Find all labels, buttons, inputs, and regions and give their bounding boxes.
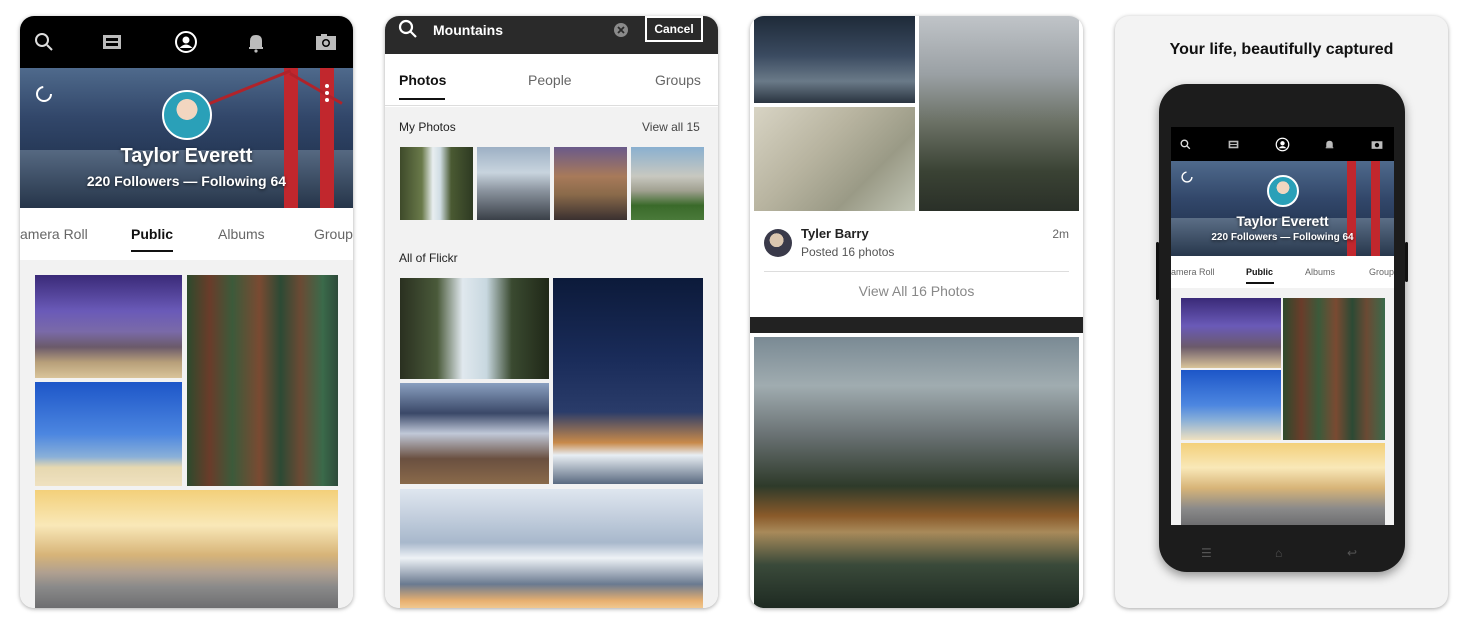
promo-screen-card: Your life, beautifully captured Taylor E… <box>1115 16 1448 608</box>
search-icon <box>1180 139 1191 150</box>
tab-photos[interactable]: Photos <box>399 72 446 88</box>
tab-groups[interactable]: Groups <box>655 72 701 88</box>
profile-screen-card: Taylor Everett 220 Followers — Following… <box>20 16 353 608</box>
tab-albums[interactable]: Albums <box>218 226 265 242</box>
avatar[interactable] <box>764 229 792 257</box>
phone-tab-albums: Albums <box>1305 267 1336 277</box>
flickr-photo-night-sky-tent[interactable] <box>553 278 703 484</box>
phone-photo-palm-road <box>1181 443 1385 525</box>
feed-icon[interactable] <box>100 30 124 54</box>
phone-profile-user-name: Taylor Everett <box>1236 213 1329 229</box>
tab-groups[interactable]: Group <box>314 226 353 242</box>
profile-tabs: amera Roll Public Albums Group <box>20 208 353 260</box>
tab-public[interactable]: Public <box>131 226 173 242</box>
phone-profile-stats: 220 Followers — Following 64 <box>1211 232 1354 243</box>
phone-tab-camera-roll: amera Roll <box>1171 267 1215 277</box>
flickr-photo-boardwalk[interactable] <box>400 383 549 484</box>
my-photo-half-dome-dusk[interactable] <box>554 147 627 220</box>
view-all-photos-button[interactable]: View All 16 Photos <box>750 283 1083 299</box>
profile-icon[interactable] <box>174 30 198 54</box>
avatar <box>1267 175 1299 207</box>
search-icon[interactable] <box>32 30 56 54</box>
clear-search-icon[interactable] <box>613 22 629 38</box>
my-photo-matterhorn[interactable] <box>477 147 550 220</box>
feed-icon <box>1228 140 1239 149</box>
avatar[interactable] <box>162 90 212 140</box>
phone-menu-icon: ☰ <box>1201 546 1212 560</box>
phone-profile-cover: Taylor Everett 220 Followers — Following… <box>1171 161 1394 256</box>
camera-icon <box>1371 141 1383 149</box>
public-photo-grid <box>20 260 353 608</box>
phone-photo-grid <box>1171 288 1394 525</box>
feed-photo-rain-window[interactable] <box>754 16 915 103</box>
photo-redwood-forest[interactable] <box>187 275 338 486</box>
active-tab-indicator <box>399 98 445 100</box>
phone-mockup: Taylor Everett 220 Followers — Following… <box>1156 84 1408 572</box>
notifications-icon[interactable] <box>244 30 268 54</box>
notifications-icon <box>1325 140 1334 149</box>
post-timestamp: 2m <box>1052 227 1069 241</box>
photo-purple-road[interactable] <box>35 275 182 378</box>
profile-stats: 220 Followers — Following 64 <box>86 173 287 189</box>
phone-back-icon: ↩ <box>1347 546 1358 560</box>
view-all-my-photos-link[interactable]: View all 15 <box>642 120 700 134</box>
cancel-button[interactable]: Cancel <box>645 16 703 42</box>
phone-tab-public: Public <box>1246 267 1274 277</box>
post-description: Posted 16 photos <box>801 245 895 259</box>
more-options-icon[interactable] <box>320 82 334 104</box>
tab-camera-roll[interactable]: amera Roll <box>20 226 88 242</box>
phone-photo-purple-road <box>1181 298 1281 368</box>
photo-palm-road-sunset[interactable] <box>35 490 338 608</box>
phone-tab-groups: Group <box>1369 267 1394 277</box>
post-header: Tyler Barry Posted 16 photos 2m View All… <box>750 211 1083 317</box>
search-results: My Photos View all 15 All of Flickr <box>385 107 718 608</box>
phone-home-icon: ⌂ <box>1275 546 1283 560</box>
search-bar: Mountains Cancel <box>385 16 718 54</box>
feed-photo-dry-flowers[interactable] <box>754 107 915 211</box>
poster-name[interactable]: Tyler Barry <box>801 226 869 241</box>
search-icon <box>398 19 417 38</box>
phone-photo-redwoods <box>1283 298 1385 440</box>
promo-title: Your life, beautifully captured <box>1169 41 1394 58</box>
profile-icon <box>1275 137 1290 152</box>
loading-spinner-icon <box>1181 171 1193 183</box>
flickr-photo-snow-peak[interactable] <box>400 489 703 608</box>
camera-icon[interactable] <box>314 30 338 54</box>
loading-spinner-icon <box>36 86 52 102</box>
my-photos-heading: My Photos <box>399 120 456 134</box>
search-input[interactable]: Mountains <box>433 22 503 38</box>
photo-palm-beach[interactable] <box>35 382 182 486</box>
phone-photo-palm-beach <box>1181 370 1281 440</box>
search-tabs: Photos People Groups <box>385 54 718 106</box>
active-tab-indicator <box>131 250 173 252</box>
my-photo-waterfall[interactable] <box>400 147 473 220</box>
profile-user-name: Taylor Everett <box>120 145 253 167</box>
phone-profile-tabs: amera Roll Public Albums Group <box>1171 256 1394 288</box>
phone-screen: Taylor Everett 220 Followers — Following… <box>1171 127 1394 525</box>
my-photo-half-dome-day[interactable] <box>631 147 704 220</box>
post-separator <box>750 317 1083 333</box>
feed-screen-card: Tyler Barry Posted 16 photos 2m View All… <box>750 16 1083 608</box>
divider <box>764 271 1069 272</box>
feed-photo-yosemite-valley[interactable] <box>754 337 1079 608</box>
feed-photo-misty-forest[interactable] <box>919 16 1079 211</box>
flickr-photo-waterfall[interactable] <box>400 278 549 379</box>
all-of-flickr-heading: All of Flickr <box>399 251 458 265</box>
phone-top-bar <box>1171 127 1394 161</box>
profile-cover-photo: Taylor Everett 220 Followers — Following… <box>20 68 353 208</box>
top-navigation-bar <box>20 16 353 68</box>
search-screen-card: Mountains Cancel Photos People Groups My… <box>385 16 718 608</box>
tab-people[interactable]: People <box>528 72 572 88</box>
